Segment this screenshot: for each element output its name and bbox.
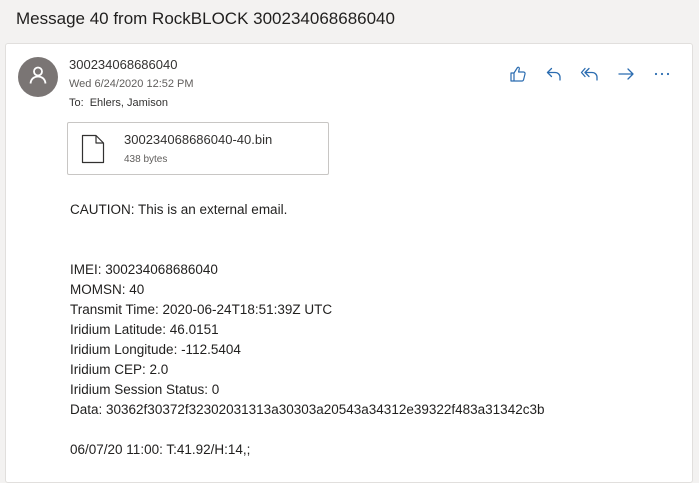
body-line: MOMSN: 40 [70, 282, 145, 297]
subject-bar: Message 40 from RockBLOCK 30023406868604… [0, 0, 699, 42]
reply-button[interactable] [542, 64, 566, 88]
body-line: Transmit Time: 2020-06-24T18:51:39Z UTC [70, 302, 333, 317]
message-body: CAUTION: This is an external email. IMEI… [70, 200, 544, 460]
body-line: Data: 30362f30372f32302031313a30303a2054… [70, 402, 545, 417]
recipient-line: To: Ehlers, Jamison [69, 97, 168, 109]
body-line: Iridium Latitude: 46.0151 [70, 322, 219, 337]
attachment-name: 300234068686040-40.bin [124, 132, 273, 147]
message-subject: Message 40 from RockBLOCK 30023406868604… [16, 9, 395, 28]
like-button[interactable] [506, 64, 530, 88]
to-label: To: [69, 97, 84, 109]
caution-text: CAUTION: This is an external email. [70, 202, 288, 217]
sender-name[interactable]: 300234068686040 [69, 57, 177, 72]
message-date: Wed 6/24/2020 12:52 PM [69, 78, 194, 90]
recipient-name[interactable]: Ehlers, Jamison [90, 97, 168, 109]
thumbs-up-icon [509, 65, 527, 88]
message-actions [494, 64, 674, 88]
body-line: Iridium CEP: 2.0 [70, 362, 169, 377]
body-line: Iridium Session Status: 0 [70, 382, 220, 397]
avatar[interactable] [18, 57, 58, 97]
reply-all-icon [580, 65, 600, 88]
body-line: Iridium Longitude: -112.5404 [70, 342, 241, 357]
forward-arrow-icon [617, 65, 635, 88]
forward-button[interactable] [614, 64, 638, 88]
body-line: IMEI: 300234068686040 [70, 262, 218, 277]
person-icon [28, 65, 48, 90]
more-actions-button[interactable] [650, 64, 674, 88]
more-icon [653, 65, 671, 88]
attachment-card[interactable]: 300234068686040-40.bin 438 bytes [67, 122, 329, 175]
reply-icon [545, 65, 563, 88]
message-card: 300234068686040 Wed 6/24/2020 12:52 PM T… [5, 43, 693, 483]
attachment-size: 438 bytes [124, 154, 168, 165]
reply-all-button[interactable] [578, 64, 602, 88]
decoded-data-line: 06/07/20 11:00: T:41.92/H:14,; [70, 442, 251, 457]
document-icon [81, 134, 105, 169]
